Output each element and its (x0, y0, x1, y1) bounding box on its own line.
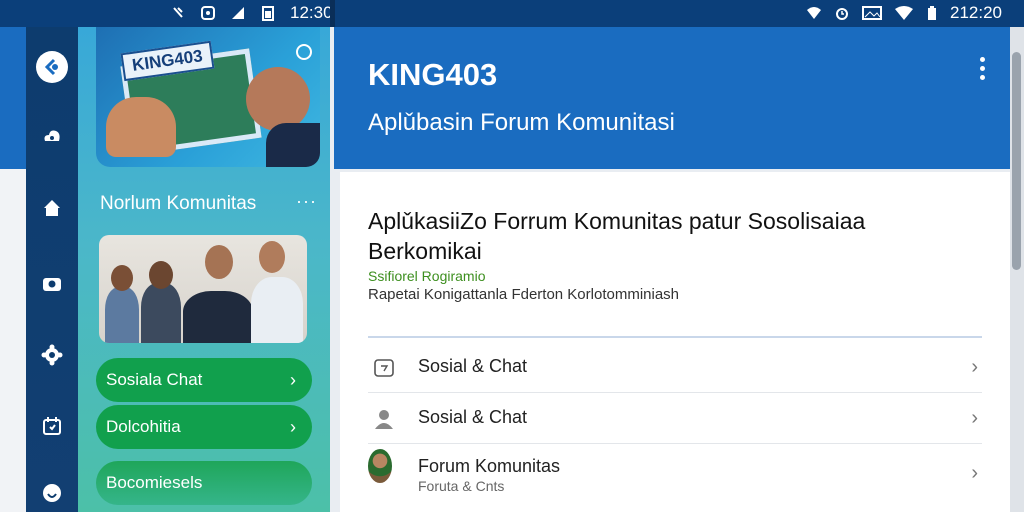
gallery-icon (862, 6, 882, 20)
chevron-right-icon: › (971, 407, 978, 429)
content-description: Rapetai Konigattanla Fderton Korlotommin… (368, 286, 680, 303)
battery-icon (262, 6, 274, 21)
drawer-title: Norlum Komunitas (100, 193, 257, 214)
scrollbar-thumb[interactable] (1012, 52, 1021, 270)
cloud-icon[interactable] (36, 120, 68, 152)
camera-icon[interactable] (36, 267, 68, 299)
pill-label: Sosiala Chat (106, 370, 203, 389)
chevron-right-icon: › (971, 356, 978, 378)
drawer-pill-bocomiesels[interactable]: Bocomiesels (96, 461, 312, 505)
person-graphic (105, 287, 139, 343)
content-headline: AplǔkasiiZo Forrum Komunitas patur Sosol… (368, 208, 866, 264)
left-header-strip (0, 27, 26, 169)
list-item-label: Sosial & Chat (418, 356, 528, 376)
person-graphic (251, 277, 303, 343)
hero-sleeve-graphic (266, 123, 320, 167)
status-time-left: 12:30 (290, 3, 333, 22)
hero-indicator-icon (296, 44, 312, 60)
person-graphic (141, 283, 181, 343)
content-category: Ssifiorel Rogiramio (368, 268, 486, 284)
signal-icon (232, 7, 244, 19)
alarm-icon (201, 6, 215, 20)
chevron-right-icon: › (290, 369, 296, 390)
chevron-right-icon: › (971, 462, 978, 484)
navigation-drawer: KING403 Norlum Komunitas ··· Sosiala Cha… (78, 27, 330, 512)
list-item-sosial-chat[interactable]: Sosial & Chat › (368, 342, 982, 393)
drawer-pill-sosial-chat[interactable]: Sosiala Chat › (96, 358, 312, 402)
overflow-menu-icon[interactable] (980, 57, 986, 84)
battery-status-icon (928, 6, 936, 20)
community-photo (99, 235, 307, 343)
divider (368, 336, 982, 338)
pill-label: Dolcohitia (106, 417, 181, 436)
status-divider (330, 0, 335, 27)
drawer-pill-dolcohitia[interactable]: Dolcohitia › (96, 405, 312, 449)
home-icon[interactable] (36, 192, 68, 224)
person-head (205, 245, 233, 279)
app-header: KING403 Aplǔbasin Forum Komunitasi (334, 27, 1010, 169)
pill-label: Bocomiesels (106, 473, 203, 492)
status-right-group: 212:20 (806, 3, 1002, 23)
more-icon[interactable]: ··· (296, 191, 317, 212)
status-left-group: 12:30 (170, 3, 333, 23)
left-background-strip (0, 169, 26, 512)
avatar-icon (368, 449, 392, 483)
profile-icon[interactable] (36, 477, 68, 509)
status-bar: 12:30 212:20 (0, 0, 1024, 27)
person-graphic (183, 291, 253, 343)
list-item-label: Forum Komunitas (418, 456, 561, 476)
person-head (111, 265, 133, 291)
person-head (149, 261, 173, 289)
nav-rail (26, 27, 78, 512)
wifi-icon (807, 7, 821, 19)
hero-hand-graphic (106, 97, 176, 157)
person-head (259, 241, 285, 273)
notification-icon (173, 7, 183, 18)
drawer-hero-image: KING403 (96, 27, 320, 167)
chat-icon (372, 356, 396, 380)
status-time-right: 212:20 (950, 3, 1002, 22)
list-item-label: Sosial & Chat (418, 407, 528, 427)
list-item-forum-komunitas[interactable]: Forum Komunitas Foruta & Cnts › (368, 444, 982, 504)
list-item-sublabel: Foruta & Cnts (418, 478, 505, 494)
wifi-strength-icon (895, 6, 913, 20)
settings-icon[interactable] (36, 339, 68, 371)
calendar-icon[interactable] (36, 410, 68, 442)
back-icon[interactable] (36, 51, 68, 83)
person-icon (372, 407, 396, 431)
app-title: KING403 (368, 57, 498, 92)
app-subtitle: Aplǔbasin Forum Komunitasi (368, 109, 675, 136)
list-item-sosial-chat-2[interactable]: Sosial & Chat › (368, 393, 982, 444)
hero-hand-graphic-right (246, 67, 310, 131)
alarm-clock-icon (836, 8, 848, 20)
chevron-right-icon: › (290, 416, 296, 437)
content-card: AplǔkasiiZo Forrum Komunitas patur Sosol… (340, 172, 1010, 512)
